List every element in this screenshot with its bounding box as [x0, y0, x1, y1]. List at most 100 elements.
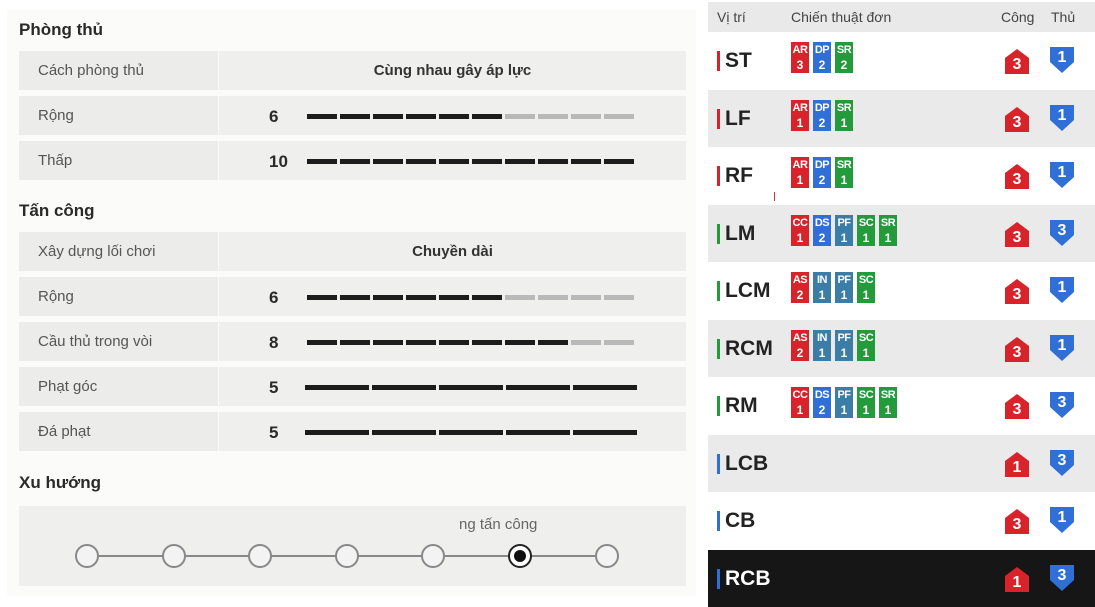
instruction-chip-in[interactable]: IN 1	[813, 329, 831, 361]
tendency-node[interactable]	[335, 544, 359, 568]
position-color-bar	[717, 223, 720, 244]
defense-depth-value: 10	[269, 152, 288, 171]
level-segment	[505, 159, 535, 164]
instruction-chip-in[interactable]: IN 1	[813, 272, 831, 303]
position-label: RF	[725, 164, 753, 187]
instruction-chip-pf[interactable]: PF 1	[835, 329, 853, 361]
defense-level-icon: 3	[1049, 219, 1075, 247]
level-segment	[340, 159, 370, 164]
instruction-chip-sc[interactable]: SC 1	[857, 214, 875, 246]
instruction-chip-sr[interactable]: SR 1	[835, 99, 853, 131]
position-row-cb[interactable]: CB 3 1	[708, 492, 1095, 549]
level-segment	[604, 295, 634, 300]
tendency-slider[interactable]: ng tấn công	[19, 506, 686, 586]
position-color-bar	[717, 281, 720, 301]
instruction-chip-sr[interactable]: SR 1	[835, 157, 853, 188]
level-segment	[573, 385, 637, 390]
instruction-chip-sc[interactable]: SC 1	[857, 387, 875, 418]
instruction-chip-dp[interactable]: DP 2	[813, 99, 831, 131]
attack-width-label: Rộng	[19, 277, 218, 316]
positions-header: Vị trí Chiến thuật đơn Công Thủ	[708, 2, 1095, 32]
attack-level-icon: 1	[1004, 451, 1030, 478]
position-color-bar	[717, 108, 720, 129]
level-segment	[505, 114, 535, 119]
position-label: LCM	[725, 279, 771, 302]
defense-level-icon: 1	[1049, 104, 1075, 132]
tendency-node[interactable]	[162, 544, 186, 568]
instruction-chip-sr[interactable]: SR 2	[835, 42, 853, 73]
instruction-chip-ar[interactable]: AR 1	[791, 99, 809, 131]
instruction-chip-sr[interactable]: SR 1	[879, 214, 897, 246]
tendency-node[interactable]	[595, 544, 619, 568]
level-segment	[373, 114, 403, 119]
position-row-rf[interactable]: RF AR 1 DP 2 SR 1 3 1	[708, 147, 1095, 204]
instruction-chip-cc[interactable]: CC 1	[791, 387, 809, 418]
defense-style-row[interactable]: Cách phòng thủ Cùng nhau gây áp lực	[19, 51, 686, 90]
tendency-node[interactable]	[75, 544, 99, 568]
instruction-chip-ar[interactable]: AR 3	[791, 42, 809, 73]
defense-style-label: Cách phòng thủ	[19, 51, 218, 90]
position-row-lcb[interactable]: LCB 1 3	[708, 434, 1095, 492]
instruction-chip-pf[interactable]: PF 1	[835, 214, 853, 246]
stray-mark	[774, 192, 775, 201]
level-segment	[506, 385, 570, 390]
buildup-value: Chuyền dài	[412, 243, 493, 260]
level-segment	[571, 295, 601, 300]
instruction-chip-sc[interactable]: SC 1	[857, 272, 875, 303]
buildup-row[interactable]: Xây dựng lối chơi Chuyền dài	[19, 232, 686, 271]
instruction-chip-pf[interactable]: PF 1	[835, 272, 853, 303]
tendency-node[interactable]	[421, 544, 445, 568]
tendency-node-selected[interactable]	[508, 544, 532, 568]
defense-level-icon: 1	[1049, 276, 1075, 304]
position-row-rcb[interactable]: RCB 1 3	[708, 549, 1095, 607]
position-row-lcm[interactable]: LCM AS 2 IN 1 PF 1 SC 1 3 1	[708, 262, 1095, 319]
instruction-chip-sc[interactable]: SC 1	[857, 329, 875, 361]
instruction-chip-ar[interactable]: AR 1	[791, 157, 809, 188]
defense-width-row[interactable]: Rộng 6	[19, 96, 686, 135]
position-row-st[interactable]: ST AR 3 DP 2 SR 2 3 1	[708, 32, 1095, 89]
attack-level-icon: 3	[1004, 393, 1030, 420]
level-segment	[373, 295, 403, 300]
attack-level-icon: 3	[1004, 221, 1030, 248]
instruction-chip-as[interactable]: AS 2	[791, 272, 809, 303]
instruction-chip-pf[interactable]: PF 1	[835, 387, 853, 418]
instruction-chip-ds[interactable]: DS 2	[813, 387, 831, 418]
defense-section-title: Phòng thủ	[19, 20, 104, 39]
tendency-node[interactable]	[248, 544, 272, 568]
position-row-rcm[interactable]: RCM AS 2 IN 1 PF 1 SC 1 3 1	[708, 319, 1095, 377]
position-color-bar	[717, 166, 720, 186]
level-segment	[439, 295, 469, 300]
instruction-chip-cc[interactable]: CC 1	[791, 214, 809, 246]
instruction-chip-dp[interactable]: DP 2	[813, 42, 831, 73]
players-in-box-row[interactable]: Cầu thủ trong vòi 8	[19, 322, 686, 361]
corners-row[interactable]: Phạt góc 5	[19, 367, 686, 406]
instruction-chip-dp[interactable]: DP 2	[813, 157, 831, 188]
instruction-chip-sr[interactable]: SR 1	[879, 387, 897, 418]
level-segment	[406, 295, 436, 300]
defense-depth-row[interactable]: Thấp 10	[19, 141, 686, 180]
free-kicks-row[interactable]: Đá phạt 5	[19, 412, 686, 451]
level-segment	[573, 430, 637, 435]
attack-width-row[interactable]: Rộng 6	[19, 277, 686, 316]
defense-level-icon: 1	[1049, 46, 1075, 74]
instruction-chip-as[interactable]: AS 2	[791, 329, 809, 361]
instruction-chip-ds[interactable]: DS 2	[813, 214, 831, 246]
position-color-bar	[717, 511, 720, 531]
position-row-rm[interactable]: RM CC 1 DS 2 PF 1 SC 1 SR 1 3 3	[708, 377, 1095, 434]
buildup-label: Xây dựng lối chơi	[19, 232, 218, 271]
level-segment	[305, 385, 369, 390]
level-segment	[372, 385, 436, 390]
attack-level-icon: 3	[1004, 106, 1030, 133]
level-segment	[439, 114, 469, 119]
position-row-lm[interactable]: LM CC 1 DS 2 PF 1 SC 1 SR 1 3 3	[708, 204, 1095, 262]
header-defense: Thủ	[1051, 9, 1076, 25]
position-row-lf[interactable]: LF AR 1 DP 2 SR 1 3 1	[708, 89, 1095, 147]
level-segment	[439, 385, 503, 390]
level-segment	[307, 159, 337, 164]
header-attack: Công	[1001, 9, 1035, 25]
position-label: LCB	[725, 451, 769, 475]
level-segment	[472, 114, 502, 119]
level-segment	[307, 114, 337, 119]
defense-level-icon: 3	[1049, 391, 1075, 419]
defense-level-icon: 1	[1049, 506, 1075, 534]
